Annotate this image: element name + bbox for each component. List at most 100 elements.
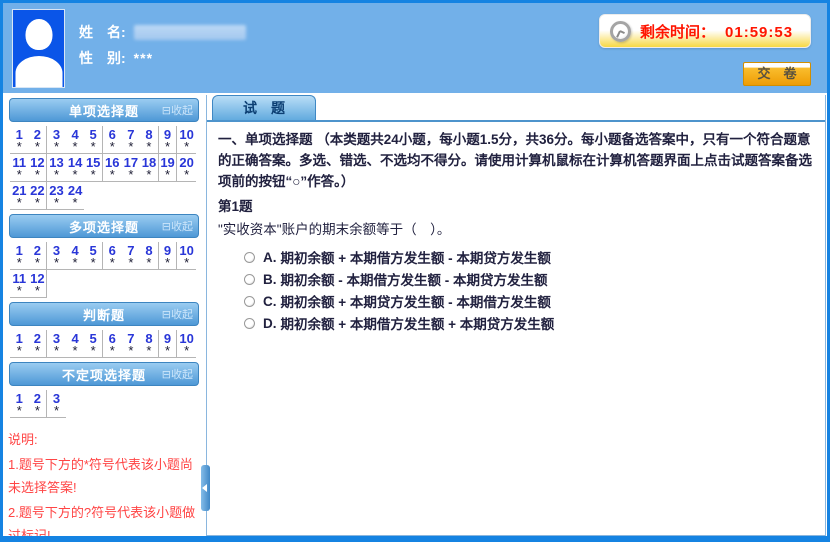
question-number-cell[interactable]: 8* [140, 242, 159, 270]
question-number-cell[interactable]: 7* [122, 330, 141, 358]
section-header-multi-choice: 多项选择题 ⊟收起 [9, 214, 199, 238]
option-c[interactable]: C. 期初余额 + 本期贷方发生额 - 本期借方发生额 [244, 290, 814, 312]
question-number-cell[interactable]: 5* [84, 330, 103, 358]
unanswered-marker: * [47, 406, 66, 417]
remaining-time-box: 剩余时间：01:59:53 [599, 14, 811, 48]
option-text: 期初余额 + 本期贷方发生额 - 本期借方发生额 [281, 291, 551, 311]
question-number-cell[interactable]: 6* [103, 242, 122, 270]
unanswered-marker: * [84, 142, 102, 153]
question-number-row: 1*2*3*4*5*6*7*8*9*10* [10, 242, 206, 270]
question-number-cell[interactable]: 3* [47, 126, 66, 154]
question-number-cell[interactable]: 24* [66, 182, 85, 210]
legend-title: 说明: [8, 428, 202, 451]
gender-row: 性 别: *** [79, 45, 246, 71]
radio-button[interactable] [244, 318, 255, 329]
unanswered-marker: * [66, 346, 85, 357]
question-number-cell[interactable]: 12* [29, 154, 48, 182]
question-number-cell[interactable]: 3* [47, 390, 66, 418]
question-number-cell[interactable]: 22* [29, 182, 48, 210]
question-number-cell[interactable]: 16* [103, 154, 122, 182]
question-number-cell[interactable]: 2* [29, 126, 48, 154]
unanswered-marker: * [103, 142, 122, 153]
question-number-grid-true-false: 1*2*3*4*5*6*7*8*9*10* [3, 329, 206, 360]
legend-item: 2.题号下方的?符号代表该小题做过标记! [8, 501, 202, 536]
unanswered-marker: * [84, 258, 102, 269]
question-number-cell[interactable]: 15* [84, 154, 103, 182]
question-number-cell[interactable]: 13* [47, 154, 66, 182]
question-number-cell[interactable]: 8* [140, 330, 159, 358]
question-number-cell[interactable]: 21* [10, 182, 29, 210]
question-number-cell[interactable]: 10* [177, 242, 196, 270]
question-number-cell[interactable]: 4* [66, 330, 85, 358]
section-header-true-false: 判断题 ⊟收起 [9, 302, 199, 326]
question-number-cell[interactable]: 19* [159, 154, 178, 182]
question-number-cell[interactable]: 18* [140, 154, 159, 182]
tab-strip: 试 题 [207, 95, 825, 120]
question-number-cell[interactable]: 11* [10, 154, 29, 182]
question-number-cell[interactable]: 14* [66, 154, 85, 182]
remaining-time-value: 01:59:53 [725, 24, 793, 41]
radio-button[interactable] [244, 252, 255, 263]
question-panel: 试 题 一、单项选择题 （本类题共24小题，每小题1.5分，共36分。每小题备选… [206, 95, 826, 536]
candidate-info: 姓 名: 性 别: *** [79, 19, 246, 71]
option-a[interactable]: A. 期初余额 + 本期借方发生额 - 本期贷方发生额 [244, 246, 814, 268]
question-number-cell[interactable]: 4* [66, 242, 85, 270]
question-number-cell[interactable]: 9* [159, 330, 178, 358]
option-letter: D. [263, 316, 277, 331]
collapse-button[interactable]: ⊟收起 [162, 218, 193, 234]
question-number-cell[interactable]: 6* [103, 330, 122, 358]
question-number-cell[interactable]: 2* [29, 330, 48, 358]
question-number-cell[interactable]: 6* [103, 126, 122, 154]
collapse-button[interactable]: ⊟收起 [162, 102, 193, 118]
collapse-label: 收起 [171, 221, 193, 233]
unanswered-marker: * [177, 346, 196, 357]
unanswered-marker: * [66, 142, 85, 153]
unanswered-marker: * [177, 258, 196, 269]
question-number-cell[interactable]: 5* [84, 126, 103, 154]
unanswered-marker: * [10, 406, 29, 417]
question-number-cell[interactable]: 17* [122, 154, 141, 182]
unanswered-marker: * [122, 346, 141, 357]
submit-paper-button[interactable]: 交 卷 [743, 62, 811, 86]
unanswered-marker: * [103, 346, 122, 357]
gender-value: *** [134, 50, 153, 66]
question-number-cell[interactable]: 3* [47, 330, 66, 358]
section-title: 判断题 [83, 305, 125, 324]
question-number-cell[interactable]: 7* [122, 242, 141, 270]
sidebar-collapse-handle[interactable] [201, 465, 210, 511]
question-number-cell[interactable]: 11* [10, 270, 29, 298]
question-number-cell[interactable]: 7* [122, 126, 141, 154]
question-number-cell[interactable]: 1* [10, 242, 29, 270]
collapse-button[interactable]: ⊟收起 [162, 366, 193, 382]
option-d[interactable]: D. 期初余额 + 本期借方发生额 + 本期贷方发生额 [244, 312, 814, 334]
unanswered-marker: * [29, 142, 47, 153]
question-number-cell[interactable]: 1* [10, 390, 29, 418]
question-number-cell[interactable]: 2* [29, 390, 48, 418]
question-number-cell[interactable]: 10* [177, 330, 196, 358]
question-number-cell[interactable]: 8* [140, 126, 159, 154]
unanswered-marker: * [47, 142, 66, 153]
unanswered-marker: * [140, 170, 158, 181]
question-number-cell[interactable]: 4* [66, 126, 85, 154]
question-number-cell[interactable]: 9* [159, 126, 178, 154]
collapse-button[interactable]: ⊟收起 [162, 306, 193, 322]
question-number-cell[interactable]: 23* [47, 182, 66, 210]
unanswered-marker: * [10, 258, 29, 269]
unanswered-marker: * [177, 142, 196, 153]
question-number-cell[interactable]: 20* [177, 154, 196, 182]
question-number-cell[interactable]: 1* [10, 126, 29, 154]
collapse-icon: ⊟ [162, 221, 171, 233]
unanswered-marker: * [10, 198, 29, 209]
question-number-cell[interactable]: 10* [177, 126, 196, 154]
tab-question[interactable]: 试 题 [212, 95, 316, 120]
question-number-cell[interactable]: 9* [159, 242, 178, 270]
radio-button[interactable] [244, 274, 255, 285]
unanswered-marker: * [10, 170, 29, 181]
option-b[interactable]: B. 期初余额 - 本期借方发生额 - 本期贷方发生额 [244, 268, 814, 290]
question-number-cell[interactable]: 3* [47, 242, 66, 270]
question-number-cell[interactable]: 5* [84, 242, 103, 270]
question-number-cell[interactable]: 12* [29, 270, 48, 298]
radio-button[interactable] [244, 296, 255, 307]
question-number-cell[interactable]: 1* [10, 330, 29, 358]
question-number-cell[interactable]: 2* [29, 242, 48, 270]
